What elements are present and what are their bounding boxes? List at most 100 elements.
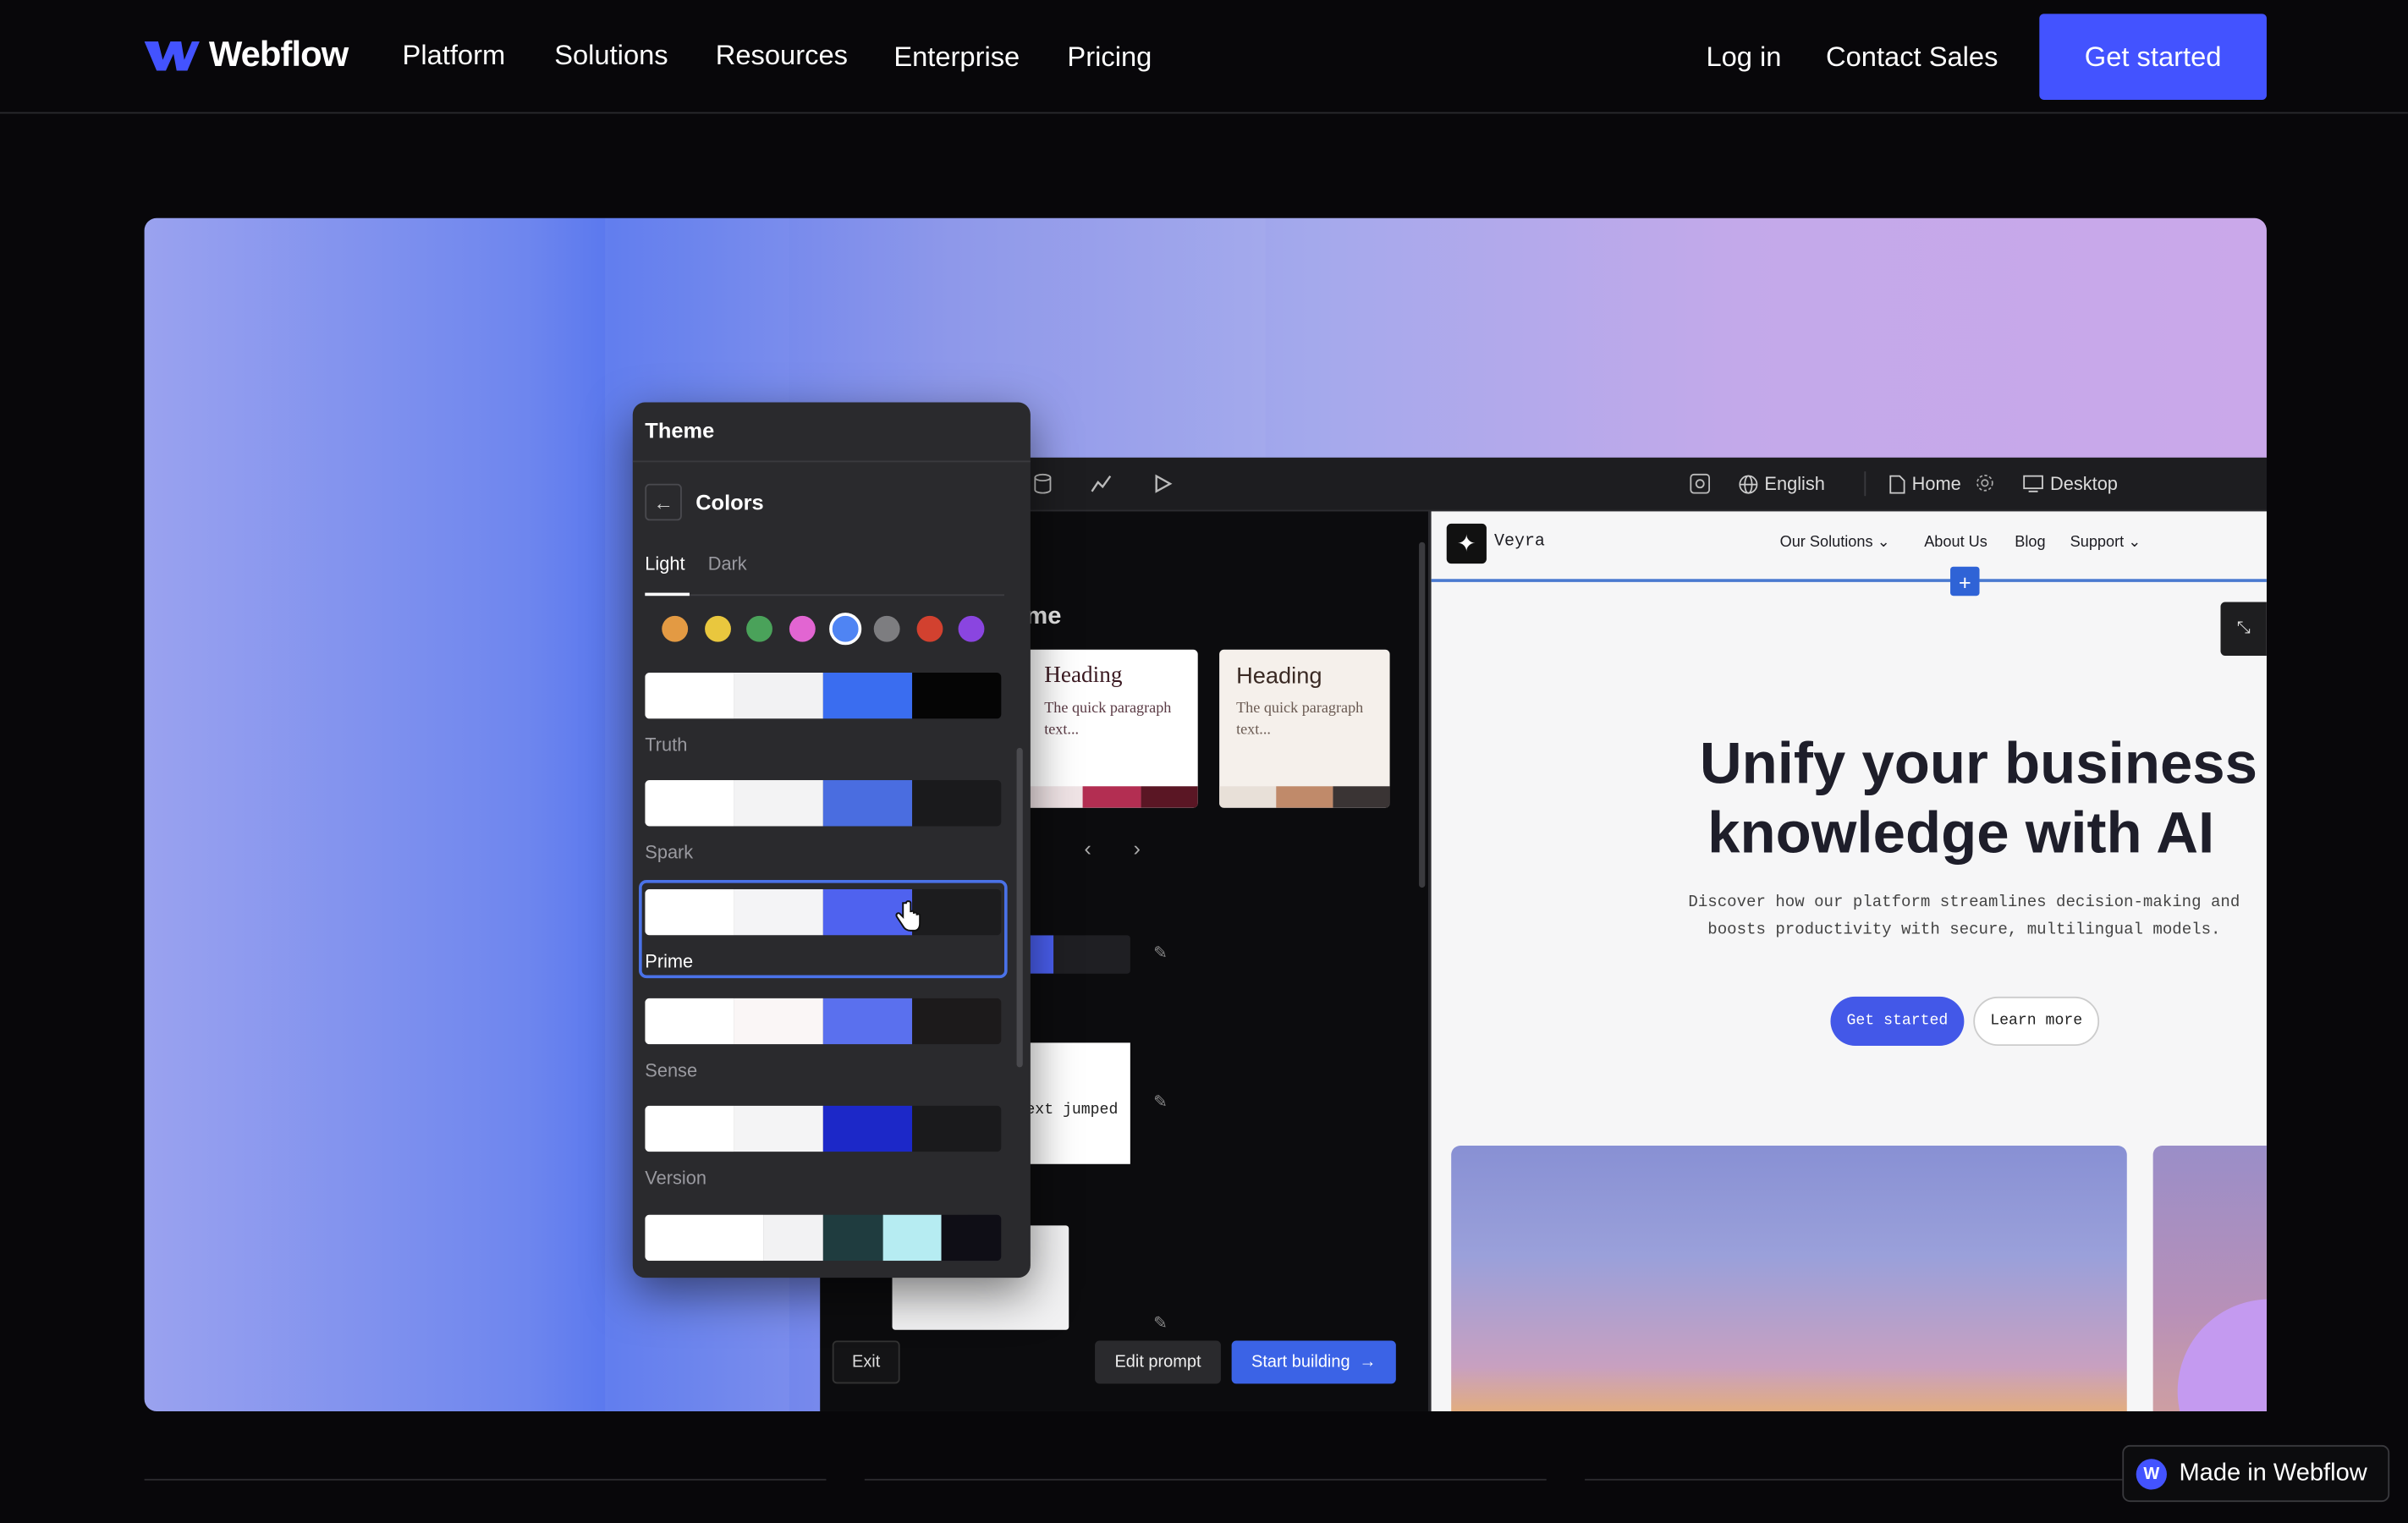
swatch-color: [734, 1105, 823, 1152]
top-navbar: Webflow Platform Solutions Resources Ent…: [0, 0, 2408, 114]
nav-pricing[interactable]: Pricing: [1067, 41, 1152, 74]
swatch-color: [912, 998, 1002, 1045]
site-nav-blog[interactable]: Blog: [2015, 535, 2045, 552]
back-arrow-icon[interactable]: ←: [645, 483, 682, 521]
device-selector[interactable]: Desktop: [2022, 473, 2118, 494]
site-get-started-button[interactable]: Get started: [1830, 996, 1965, 1047]
database-icon[interactable]: [1032, 473, 1053, 494]
swatch-color: [645, 998, 734, 1045]
login-link[interactable]: Log in: [1706, 41, 1781, 74]
card-text: The quick paragraph text...: [1236, 700, 1364, 740]
headline-line: knowledge with AI: [1707, 801, 2215, 866]
device-label: Desktop: [2050, 473, 2118, 495]
chevron-right-icon[interactable]: ›: [1133, 835, 1140, 860]
swatch-color: [645, 780, 734, 827]
palette-pink[interactable]: [789, 615, 816, 642]
headline-line: Unify your business: [1699, 732, 2258, 797]
theme-name-label: Prime: [645, 950, 694, 972]
swatch-color: [912, 888, 1002, 936]
theme-swatch-sense[interactable]: [645, 998, 1002, 1045]
nav-resources[interactable]: Resources: [716, 40, 848, 72]
divider: [1585, 1478, 2123, 1481]
card-heading: Heading: [1044, 663, 1123, 689]
start-building-button[interactable]: Start building →: [1231, 1340, 1396, 1384]
swatch-color: [822, 672, 913, 719]
swatch-color: [822, 1105, 913, 1152]
add-section-icon[interactable]: +: [1950, 566, 1980, 597]
swatch-color: [734, 888, 823, 936]
webflow-logo-icon: [144, 41, 200, 70]
get-started-button[interactable]: Get started: [2039, 14, 2267, 100]
theme-name-label: Version: [645, 1167, 706, 1189]
site-nav-support[interactable]: Support ⌄: [2070, 535, 2141, 552]
desktop-icon: [2023, 475, 2043, 492]
analytics-icon[interactable]: [1091, 473, 1112, 494]
swatch-color: [763, 1214, 823, 1262]
tab-active-indicator: [645, 592, 690, 597]
tabs-divider: [645, 594, 1005, 597]
editor-scrollbar[interactable]: [1419, 542, 1426, 888]
palette-orange[interactable]: [662, 615, 689, 642]
card-heading: Heading: [1236, 663, 1322, 690]
pencil-icon[interactable]: ✎: [1153, 1313, 1168, 1333]
theme-panel: Theme ← Colors Light Dark Truth Spark Prim…: [632, 402, 1031, 1278]
card-palette: [1025, 786, 1198, 808]
swatch-color: [734, 780, 823, 827]
subtitle-line: boosts productivity with secure, multili…: [1707, 921, 2221, 940]
theme-swatch-version[interactable]: [645, 1105, 1002, 1152]
swatch-color: [822, 998, 913, 1045]
theme-swatch-spark[interactable]: [645, 780, 1002, 827]
style-card[interactable]: Heading The quick paragraph text...: [1219, 649, 1390, 808]
webflow-logo[interactable]: Webflow: [144, 33, 349, 75]
palette-yellow[interactable]: [705, 615, 731, 642]
text-preview[interactable]: ext jumped: [1025, 1042, 1130, 1164]
globe-icon: [1739, 474, 1758, 493]
swatch-color: [942, 1214, 1002, 1262]
site-learn-more-button[interactable]: Learn more: [1973, 996, 2100, 1047]
tab-light[interactable]: Light: [645, 553, 684, 574]
preview-play-icon[interactable]: [1152, 473, 1173, 494]
palette-blue[interactable]: [829, 613, 862, 646]
contact-sales-link[interactable]: Contact Sales: [1826, 41, 1998, 74]
chevron-left-icon[interactable]: ‹: [1084, 835, 1091, 860]
page-selector[interactable]: Home: [1888, 473, 1961, 494]
site-preview: ✦ Veyra Our Solutions ⌄ About Us Blog Su…: [1431, 511, 2267, 1411]
palette-red[interactable]: [916, 615, 943, 642]
site-nav-solutions[interactable]: Our Solutions ⌄: [1780, 535, 1890, 552]
palette-purple[interactable]: [958, 615, 985, 642]
pencil-icon[interactable]: ✎: [1153, 1091, 1168, 1112]
pencil-icon[interactable]: ✎: [1153, 943, 1168, 963]
webflow-badge-icon: W: [2136, 1458, 2167, 1489]
theme-swatch-prime[interactable]: [645, 888, 1002, 936]
section-heading-fragment: me: [1025, 603, 1062, 630]
color-input[interactable]: [1025, 935, 1130, 974]
made-in-webflow-badge[interactable]: W Made in Webflow: [2122, 1444, 2390, 1503]
theme-swatch-option[interactable]: [645, 1214, 1002, 1262]
palette-gray[interactable]: [873, 615, 900, 642]
theme-swatch-truth[interactable]: [645, 672, 1002, 719]
divider: [144, 1478, 827, 1481]
nav-enterprise[interactable]: Enterprise: [893, 41, 1020, 74]
tab-dark[interactable]: Dark: [708, 553, 747, 574]
card-text: The quick paragraph text...: [1044, 700, 1172, 740]
swatch-color: [822, 780, 913, 827]
swatch-color: [912, 672, 1002, 719]
nav-solutions[interactable]: Solutions: [554, 40, 668, 72]
exit-button[interactable]: Exit: [832, 1340, 900, 1384]
screenshot-icon[interactable]: [1690, 473, 1711, 494]
gear-icon[interactable]: [1975, 473, 1995, 493]
edit-prompt-button[interactable]: Edit prompt: [1095, 1340, 1221, 1384]
panel-scrollbar[interactable]: [1016, 747, 1023, 1068]
palette-green[interactable]: [746, 615, 772, 642]
nav-platform[interactable]: Platform: [403, 40, 506, 72]
theme-name-label: Spark: [645, 841, 694, 864]
swatch-color: [822, 1214, 883, 1262]
site-nav-about[interactable]: About Us: [1924, 535, 1987, 552]
card-palette: [1219, 786, 1390, 808]
style-card[interactable]: Heading The quick paragraph text...: [1025, 649, 1198, 808]
selection-line: [1431, 579, 2267, 582]
collapse-icon[interactable]: ⤡: [2220, 602, 2267, 657]
brand-name: Webflow: [208, 33, 349, 74]
language-selector[interactable]: English: [1739, 473, 1825, 494]
site-brand[interactable]: Veyra: [1494, 533, 1545, 552]
